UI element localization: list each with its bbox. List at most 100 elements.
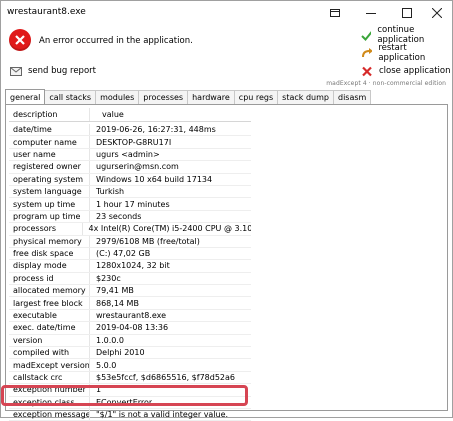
row-value: 2979/6108 MB (free/total) [96, 236, 200, 246]
error-dialog-window: wrestaurant8.exe An error occurred in th… [0, 0, 453, 421]
row-description: allocated memory [9, 285, 90, 297]
close-application-label: close application [379, 66, 451, 76]
table-row[interactable]: date/time 2019-06-26, 16:27:31, 448ms [9, 124, 251, 137]
tab-hardware[interactable]: hardware [187, 90, 235, 104]
close-window-button[interactable] [419, 3, 453, 23]
row-description: physical memory [9, 235, 90, 247]
table-row[interactable]: exec. date/time 2019-04-08 13:36 [9, 322, 251, 335]
table-header: description value [9, 108, 251, 122]
row-description: free disk space [9, 247, 90, 260]
tab-disasm[interactable]: disasm [332, 90, 372, 104]
tab-stack-dump[interactable]: stack dump [277, 90, 334, 104]
table-row[interactable]: version 1.0.0.0 [9, 334, 251, 348]
row-description: computer name [9, 136, 90, 148]
row-description: program up time [9, 210, 90, 223]
column-header-value: value [102, 110, 124, 119]
table-row[interactable]: system up time 1 hour 17 minutes [9, 198, 251, 211]
column-header-description: description [9, 108, 90, 121]
minimize-icon [366, 13, 376, 14]
table-row[interactable]: largest free block 868,14 MB [9, 297, 251, 310]
row-description: date/time [9, 124, 90, 136]
row-value: 23 seconds [96, 211, 142, 221]
send-bug-report-button[interactable]: send bug report [6, 63, 100, 79]
row-value: (C:) 47,02 GB [96, 249, 151, 259]
continue-application-button[interactable]: continue application [361, 25, 452, 45]
table-body: date/time 2019-06-26, 16:27:31, 448ms comp… [9, 124, 251, 421]
table-row[interactable]: madExcept version 5.0.0 [9, 359, 251, 372]
error-icon [9, 29, 31, 51]
restart-icon [362, 47, 373, 57]
table-row[interactable]: physical memory 2979/6108 MB (free/total) [9, 235, 251, 248]
tab-cpu-regs[interactable]: cpu regs [233, 90, 279, 104]
row-description: compiled with [9, 347, 90, 359]
row-description: system language [9, 185, 90, 198]
close-application-button[interactable]: close application [361, 63, 450, 79]
restart-application-button[interactable]: restart application [361, 43, 452, 63]
error-message: An error occurred in the application. [39, 36, 193, 46]
table-row[interactable]: allocated memory 79,41 MB [9, 285, 251, 298]
row-value: ugurs <admin> [96, 149, 160, 159]
row-value: 1.0.0.0 [96, 335, 124, 345]
row-value: 2019-06-26, 16:27:31, 448ms [96, 125, 216, 135]
window-menu-button[interactable] [317, 3, 353, 23]
row-description: user name [9, 148, 90, 161]
restart-application-label: restart application [378, 43, 426, 63]
tab-general[interactable]: general [5, 89, 46, 104]
minimize-button[interactable] [353, 3, 389, 23]
row-value: $230c [96, 273, 121, 283]
info-table: description value date/time 2019-06-26, 1… [9, 108, 251, 421]
row-description: display mode [9, 260, 90, 272]
row-value: 4x Intel(R) Core(TM) i5-2400 CPU @ 3.10G… [88, 224, 251, 234]
general-tab-panel: description value date/time 2019-06-26, 1… [5, 104, 448, 421]
window-icon [330, 9, 340, 17]
row-value: 2019-04-08 13:36 [96, 323, 169, 333]
window-title: wrestaurant8.exe [7, 7, 86, 17]
table-row[interactable]: processors 4x Intel(R) Core(TM) i5-2400 C… [9, 223, 251, 236]
tab-call-stacks[interactable]: call stacks [44, 90, 97, 104]
row-value: ugurserin@msn.com [96, 162, 179, 172]
title-bar: wrestaurant8.exe [1, 1, 452, 25]
row-value: 868,14 MB [96, 298, 139, 308]
table-row[interactable]: callstack crc $53e5fccf, $d6865516, $f78d… [9, 371, 251, 385]
envelope-icon [10, 66, 22, 76]
check-icon [361, 30, 372, 41]
table-row[interactable]: program up time 23 seconds [9, 210, 251, 224]
row-description: registered owner [9, 161, 90, 173]
table-row[interactable]: system language Turkish [9, 185, 251, 199]
close-icon [432, 8, 442, 18]
tab-processes[interactable]: processes [138, 90, 189, 104]
row-description: process id [9, 272, 90, 285]
row-description: madExcept version [9, 359, 90, 371]
table-row[interactable]: executable wrestaurant8.exe [9, 309, 251, 323]
table-row[interactable]: registered owner ugurserin@msn.com [9, 161, 251, 174]
table-row[interactable]: operating system Windows 10 x64 build 171… [9, 173, 251, 186]
row-value: Turkish [96, 187, 125, 197]
table-row[interactable]: user name ugurs <admin> [9, 148, 251, 162]
row-value: Delphi 2010 [96, 348, 145, 358]
row-description: largest free block [9, 297, 90, 309]
row-description: callstack crc [9, 371, 90, 384]
row-description: operating system [9, 173, 90, 185]
row-value: 5.0.0 [96, 360, 117, 370]
table-row[interactable]: display mode 1280x1024, 32 bit [9, 260, 251, 273]
maximize-icon [402, 8, 412, 18]
table-row[interactable]: computer name DESKTOP-G8RU17I [9, 136, 251, 149]
continue-application-label: continue application [377, 25, 425, 45]
error-header: An error occurred in the application. se… [1, 25, 452, 89]
row-description: system up time [9, 198, 90, 210]
row-description: processors [9, 223, 83, 235]
tab-modules[interactable]: modules [95, 90, 140, 104]
row-description: version [9, 334, 90, 347]
table-row[interactable]: compiled with Delphi 2010 [9, 347, 251, 360]
row-value: Windows 10 x64 build 17134 [96, 174, 213, 184]
send-bug-report-label: send bug report [28, 66, 96, 76]
row-value: DESKTOP-G8RU17I [96, 137, 172, 147]
table-row[interactable]: free disk space (C:) 47,02 GB [9, 247, 251, 261]
table-row[interactable]: exception message "$/1" is not a valid in… [9, 408, 251, 421]
exception-message-highlight [1, 385, 248, 406]
close-app-icon [362, 66, 372, 76]
table-row[interactable]: process id $230c [9, 272, 251, 286]
edition-label: madExcept 4 · non-commercial edition [326, 80, 446, 87]
row-description: exec. date/time [9, 322, 90, 334]
row-description: executable [9, 309, 90, 322]
